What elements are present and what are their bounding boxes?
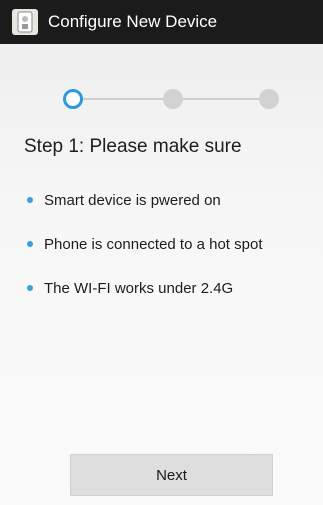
device-app-icon [12, 9, 38, 35]
window-title: Configure New Device [48, 12, 218, 31]
list-item: Smart device is pwered on [0, 178, 323, 222]
step-connector [83, 98, 163, 100]
step-connector [183, 98, 259, 100]
bullet-icon [27, 241, 33, 247]
requirements-list: Smart device is pwered on Phone is conne… [0, 178, 323, 310]
list-item-text: Phone is connected to a hot spot [44, 235, 263, 253]
title-bar: Configure New Device [0, 0, 323, 44]
step-2-dot [163, 89, 183, 109]
bullet-icon [27, 285, 33, 291]
step-3-dot [259, 89, 279, 109]
list-item: Phone is connected to a hot spot [0, 222, 323, 266]
list-item-text: Smart device is pwered on [44, 191, 221, 209]
step-1-dot [63, 89, 83, 109]
list-item-text: The WI-FI works under 2.4G [44, 279, 234, 297]
next-button[interactable]: Next [70, 454, 273, 496]
bullet-icon [27, 197, 33, 203]
list-item: The WI-FI works under 2.4G [0, 266, 323, 310]
step-indicator [0, 44, 323, 124]
main-content: Step 1: Please make sure Smart device is… [0, 44, 323, 505]
step-heading: Step 1: Please make sure [24, 136, 242, 157]
